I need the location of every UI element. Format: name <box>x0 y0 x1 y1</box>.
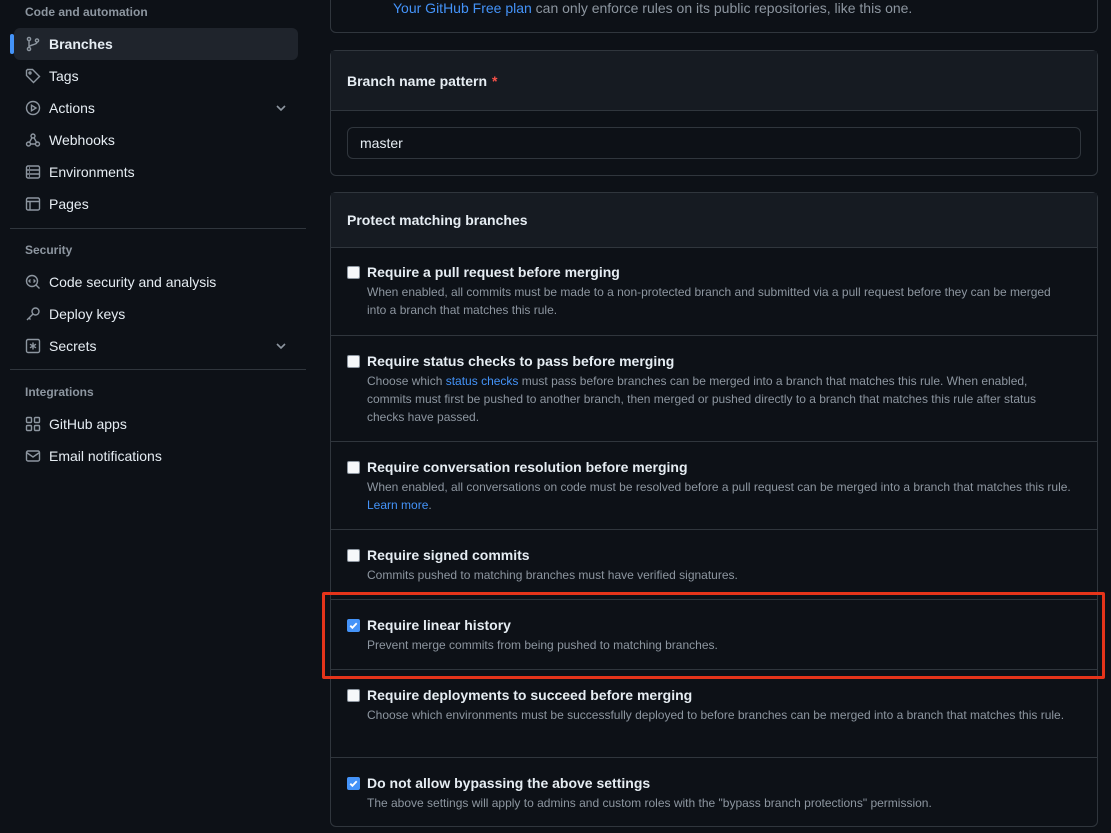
section-title-code-automation: Code and automation <box>25 5 148 19</box>
settings-sidebar: Code and automation Branches Tags Action… <box>0 0 310 833</box>
sidebar-item-label: Tags <box>49 68 79 84</box>
rule-title: Require status checks to pass before mer… <box>367 353 675 369</box>
branch-pattern-box: Branch name pattern * <box>330 50 1098 176</box>
rule-description: When enabled, all commits must be made t… <box>367 285 1051 317</box>
sidebar-item-pages[interactable]: Pages <box>14 188 298 220</box>
sidebar-item-secrets[interactable]: Secrets <box>14 330 298 362</box>
webhook-icon <box>25 132 41 148</box>
key-icon <box>25 306 41 322</box>
checkmark-icon <box>349 780 358 788</box>
rule-require-signed-commits: Require signed commits Commits pushed to… <box>331 529 1097 599</box>
sidebar-item-code-security[interactable]: Code security and analysis <box>14 266 298 298</box>
sidebar-item-actions[interactable]: Actions <box>14 92 298 124</box>
sidebar-item-label: Actions <box>49 100 95 116</box>
rule-checkbox[interactable] <box>347 266 360 279</box>
rule-checkbox[interactable] <box>347 355 360 368</box>
rule-require-conversation-resolution: Require conversation resolution before m… <box>331 441 1097 529</box>
rule-checkbox-checked[interactable] <box>347 777 360 790</box>
rule-checkbox[interactable] <box>347 549 360 562</box>
rule-require-pull-request: Require a pull request before merging Wh… <box>331 247 1097 335</box>
rule-description: The above settings will apply to admins … <box>367 796 932 810</box>
sidebar-item-label: GitHub apps <box>49 416 127 432</box>
rule-require-linear-history: Require linear history Prevent merge com… <box>331 599 1097 669</box>
section-title-security: Security <box>25 243 73 257</box>
sidebar-item-github-apps[interactable]: GitHub apps <box>14 408 298 440</box>
asterisk-box-icon <box>25 338 41 354</box>
server-icon <box>25 164 41 180</box>
chevron-down-icon[interactable] <box>274 101 288 115</box>
sidebar-item-label: Secrets <box>49 338 97 354</box>
sidebar-item-branches[interactable]: Branches <box>10 28 298 60</box>
sidebar-item-label: Webhooks <box>49 132 115 148</box>
branch-pattern-header: Branch name pattern * <box>331 51 1097 111</box>
sidebar-item-label: Deploy keys <box>49 306 126 322</box>
sidebar-item-environments[interactable]: Environments <box>14 156 298 188</box>
rule-description: When enabled, all conversations on code … <box>367 480 1071 512</box>
free-plan-link[interactable]: Your GitHub Free plan <box>393 0 532 16</box>
sidebar-item-label: Branches <box>49 36 113 52</box>
rule-require-status-checks: Require status checks to pass before mer… <box>331 335 1097 441</box>
rule-description: Choose which environments must be succes… <box>367 708 1065 722</box>
rule-title: Require deployments to succeed before me… <box>367 687 693 703</box>
rule-require-deployments: Require deployments to succeed before me… <box>331 669 1097 757</box>
sidebar-item-label: Code security and analysis <box>49 274 217 290</box>
sidebar-divider <box>10 369 306 370</box>
plan-notice-box: Your GitHub Free plan can only enforce r… <box>330 0 1098 33</box>
rule-checkbox[interactable] <box>347 689 360 702</box>
browser-icon <box>25 196 41 212</box>
protect-branches-header: Protect matching branches <box>331 193 1097 248</box>
git-branch-icon <box>25 36 41 52</box>
mail-icon <box>25 448 41 464</box>
section-title-integrations: Integrations <box>25 385 94 399</box>
sidebar-item-email-notifications[interactable]: Email notifications <box>14 440 298 472</box>
required-mark: * <box>492 72 498 89</box>
rule-description: Commits pushed to matching branches must… <box>367 568 738 582</box>
branch-pattern-input[interactable] <box>347 127 1081 159</box>
protect-branches-box: Protect matching branches Require a pull… <box>330 192 1098 827</box>
rule-title: Do not allow bypassing the above setting… <box>367 775 651 791</box>
apps-icon <box>25 416 41 432</box>
play-circle-icon <box>25 100 41 116</box>
rule-title: Require signed commits <box>367 547 530 563</box>
protect-branches-title: Protect matching branches <box>347 212 528 228</box>
sidebar-item-deploy-keys[interactable]: Deploy keys <box>14 298 298 330</box>
sidebar-item-webhooks[interactable]: Webhooks <box>14 124 298 156</box>
rule-title: Require a pull request before merging <box>367 264 620 280</box>
rule-checkbox[interactable] <box>347 461 360 474</box>
rule-title: Require linear history <box>367 617 511 633</box>
sidebar-item-label: Pages <box>49 196 89 212</box>
checkmark-icon <box>349 622 358 630</box>
sidebar-divider <box>10 228 306 229</box>
sidebar-item-tags[interactable]: Tags <box>14 60 298 92</box>
rule-description: Choose which status checks must pass bef… <box>367 374 1037 424</box>
codescan-icon <box>25 274 41 290</box>
sidebar-item-label: Environments <box>49 164 135 180</box>
rule-checkbox-checked[interactable] <box>347 619 360 632</box>
plan-notice-text: Your GitHub Free plan can only enforce r… <box>393 0 913 16</box>
learn-more-link[interactable]: Learn more <box>367 498 428 512</box>
status-checks-link[interactable]: status checks <box>446 374 519 388</box>
sidebar-item-label: Email notifications <box>49 448 162 464</box>
rule-no-bypass: Do not allow bypassing the above setting… <box>331 757 1097 827</box>
rule-description: Prevent merge commits from being pushed … <box>367 638 718 652</box>
tag-icon <box>25 68 41 84</box>
rule-title: Require conversation resolution before m… <box>367 459 688 475</box>
chevron-down-icon[interactable] <box>274 339 288 353</box>
branch-pattern-label: Branch name pattern <box>347 72 488 89</box>
